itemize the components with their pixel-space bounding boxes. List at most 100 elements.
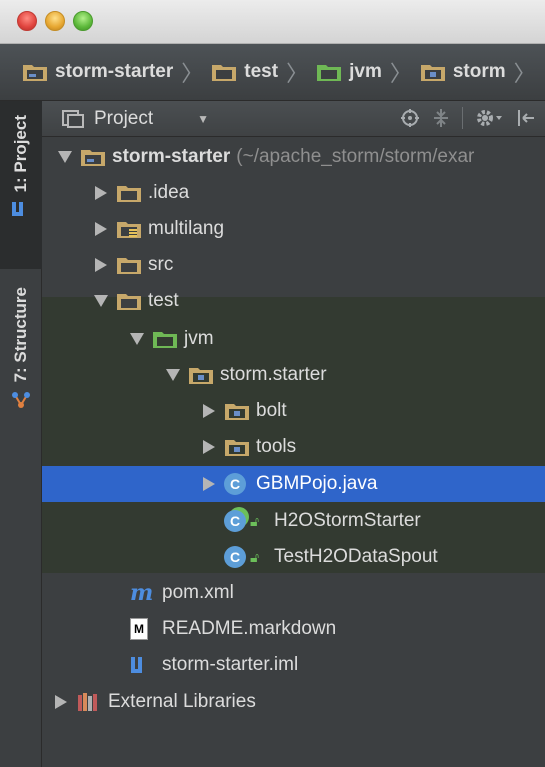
hide-panel-icon[interactable] (517, 108, 535, 128)
package-icon (224, 436, 252, 458)
tree-label: storm-starter (112, 146, 231, 167)
project-tree: storm-starter (~/apache_storm/storm/exar… (42, 137, 545, 767)
project-view-selector[interactable]: Project (94, 108, 153, 130)
tab-project-label: 1: Project (11, 115, 30, 193)
tree-label: storm-starter.iml (162, 654, 299, 675)
tree-label: test (148, 290, 179, 311)
expand-toggle[interactable] (126, 333, 148, 345)
tree-row-readme[interactable]: M README.markdown (42, 611, 545, 647)
breadcrumb-storm-starter[interactable]: storm-starter (22, 61, 173, 83)
project-view-icon (62, 109, 84, 128)
breadcrumb-separator-icon: 〉 (389, 61, 412, 86)
tool-window-strip: 1: Project 7: Structure (0, 101, 42, 767)
package-icon (224, 400, 252, 422)
expand-toggle[interactable] (54, 151, 76, 163)
test-source-folder-icon (317, 65, 342, 81)
module-folder-icon (23, 65, 47, 81)
tab-structure-label: 7: Structure (11, 287, 30, 383)
window-title-bar (0, 0, 545, 44)
tab-structure[interactable]: 7: Structure (0, 281, 42, 441)
tree-row-iml[interactable]: storm-starter.iml (42, 647, 545, 683)
library-icon (76, 691, 104, 713)
folder-icon (116, 182, 144, 204)
tree-row-test[interactable]: test (42, 283, 545, 319)
tree-label: README.markdown (162, 618, 337, 639)
expand-toggle[interactable] (90, 186, 112, 200)
tree-label: H2OStormStarter (274, 510, 421, 531)
breadcrumb-test[interactable]: test (211, 61, 278, 83)
package-icon (188, 364, 216, 386)
module-folder-icon (80, 146, 108, 168)
tree-row-bolt[interactable]: bolt (42, 393, 545, 429)
project-header-tools (400, 107, 535, 129)
toolbar-divider (462, 107, 463, 129)
collapse-all-icon[interactable] (432, 108, 450, 128)
tree-row-src[interactable]: src (42, 247, 545, 283)
tab-project[interactable]: 1: Project (0, 101, 42, 269)
tree-label: GBMPojo.java (256, 473, 378, 494)
expand-toggle[interactable] (198, 477, 220, 491)
tree-label: .idea (148, 182, 190, 203)
breadcrumb-label: test (244, 61, 279, 82)
tree-row-storm-starter[interactable]: storm-starter (~/apache_storm/storm/exar (42, 139, 545, 175)
zoom-window-button[interactable] (73, 11, 93, 31)
package-icon (420, 65, 445, 81)
tree-label: jvm (184, 328, 214, 349)
tree-label: External Libraries (108, 691, 256, 712)
java-class-icon: C (224, 473, 252, 495)
tree-label: bolt (256, 400, 287, 421)
lock-icon: 🔓︎ (250, 512, 260, 529)
tree-label: tools (256, 436, 297, 457)
folder-icon (116, 290, 144, 312)
tree-label: pom.xml (162, 582, 234, 603)
java-class-icon: C 🔓︎ (224, 546, 270, 568)
tree-row-jvm[interactable]: jvm (42, 321, 545, 357)
expand-toggle[interactable] (90, 222, 112, 236)
tree-label: storm.starter (220, 364, 327, 385)
breadcrumb-jvm[interactable]: jvm (316, 61, 382, 83)
expand-toggle[interactable] (50, 695, 72, 709)
iml-module-icon (130, 654, 158, 676)
minimize-window-button[interactable] (45, 11, 65, 31)
tree-row-external-libraries[interactable]: External Libraries (42, 684, 545, 720)
scroll-from-source-icon[interactable] (400, 108, 420, 128)
breadcrumb-separator-icon: 〉 (286, 61, 309, 86)
lock-icon: 🔓︎ (250, 548, 260, 565)
resources-folder-icon (116, 218, 144, 240)
tree-row-multilang[interactable]: multilang (42, 211, 545, 247)
tree-row-tools[interactable]: tools (42, 429, 545, 465)
breadcrumb-label: storm (452, 61, 506, 82)
tree-row-idea[interactable]: .idea (42, 175, 545, 211)
folder-icon (212, 65, 237, 81)
expand-toggle[interactable] (90, 258, 112, 272)
runnable-class-icon: C 🔓︎ (224, 510, 270, 532)
expand-toggle[interactable] (198, 404, 220, 418)
test-source-folder-icon (152, 328, 180, 350)
structure-icon (12, 392, 30, 409)
folder-icon (116, 254, 144, 276)
breadcrumb-separator-icon: 〉 (181, 61, 204, 86)
breadcrumb-storm[interactable]: storm (420, 61, 506, 83)
tree-row-testh2odataspout[interactable]: C 🔓︎ TestH2ODataSpout (42, 539, 545, 575)
close-window-button[interactable] (17, 11, 37, 31)
tree-label: src (148, 254, 174, 275)
tree-row-h2ostormstarter[interactable]: C 🔓︎ H2OStormStarter (42, 503, 545, 539)
tree-row-pom[interactable]: m pom.xml (42, 575, 545, 611)
tree-row-gbmpojo[interactable]: C GBMPojo.java (42, 466, 545, 502)
expand-toggle[interactable] (162, 369, 184, 381)
markdown-file-icon: M (130, 618, 158, 640)
module-path: (~/apache_storm/storm/exar (236, 146, 475, 167)
tree-label: multilang (148, 218, 225, 239)
tree-row-storm-starter-package[interactable]: storm.starter (42, 357, 545, 393)
project-toolwindow-icon (12, 202, 23, 217)
expand-toggle[interactable] (90, 295, 112, 307)
tree-label: TestH2ODataSpout (274, 546, 438, 567)
expand-toggle[interactable] (198, 440, 220, 454)
gear-icon[interactable] (475, 108, 505, 128)
maven-icon: m (130, 580, 154, 606)
chevron-down-icon[interactable]: ▼ (197, 112, 209, 126)
navigation-bar: storm-starter 〉 test 〉 jvm 〉 storm 〉 (0, 44, 545, 101)
breadcrumb-separator-icon: 〉 (513, 61, 536, 86)
breadcrumb-label: jvm (349, 61, 382, 82)
project-panel-header: Project ▼ (42, 101, 545, 137)
